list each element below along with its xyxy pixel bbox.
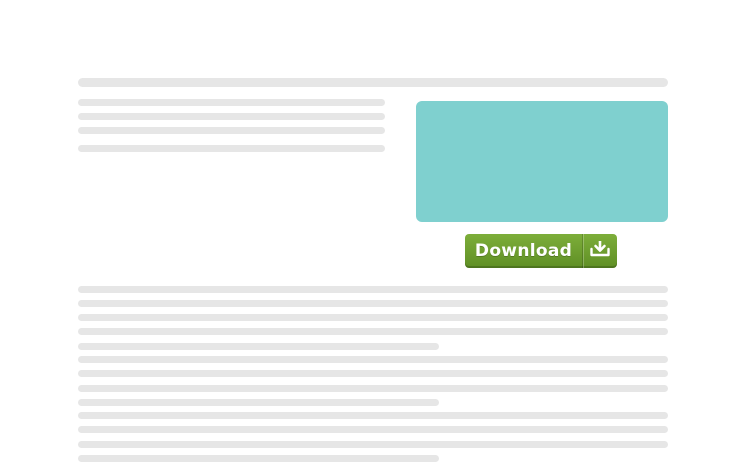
text-line-placeholder: [78, 328, 668, 335]
text-line-placeholder: [78, 441, 668, 448]
text-line-placeholder: [78, 455, 439, 462]
text-line-placeholder: [78, 412, 668, 419]
download-tray-icon: [583, 234, 617, 268]
text-line-placeholder: [78, 314, 668, 321]
text-line-placeholder: [78, 145, 385, 152]
text-line-placeholder: [78, 426, 668, 433]
text-line-placeholder: [78, 385, 668, 392]
text-line-placeholder: [78, 300, 668, 307]
image-placeholder: [416, 101, 668, 222]
title-placeholder: [78, 78, 668, 87]
text-line-placeholder: [78, 370, 668, 377]
text-line-placeholder: [78, 99, 385, 106]
text-line-placeholder: [78, 113, 385, 120]
download-button-label: Download: [474, 241, 573, 261]
text-line-placeholder: [78, 286, 668, 293]
text-line-placeholder: [78, 356, 668, 363]
text-line-placeholder: [78, 343, 439, 350]
text-line-placeholder: [78, 399, 439, 406]
download-button[interactable]: Download: [465, 234, 617, 268]
text-line-placeholder: [78, 127, 385, 134]
